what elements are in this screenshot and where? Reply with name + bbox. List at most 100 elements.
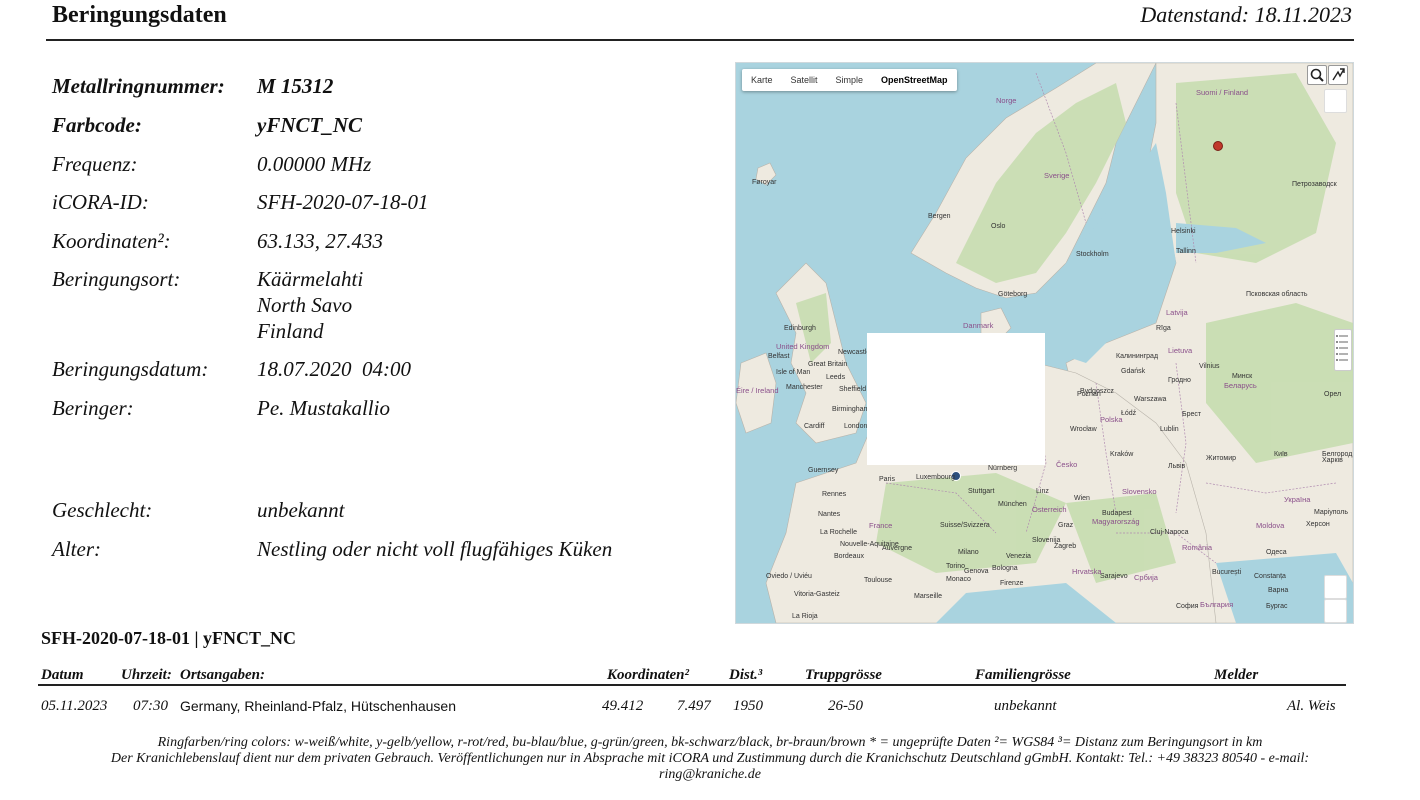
map-label: Lietuva	[1168, 346, 1193, 355]
column-header-familiengroesse: Familiengrösse	[975, 667, 1071, 683]
table-header-divider	[38, 684, 1346, 686]
map-label: Херсон	[1306, 521, 1330, 528]
cell-melder: Al. Weis	[1287, 698, 1336, 714]
map-label: Newcastle	[838, 349, 871, 356]
map-tab-satellit[interactable]: Satellit	[782, 69, 827, 91]
map-label: Одеса	[1266, 549, 1287, 556]
map-label: Auvergne	[882, 545, 912, 552]
map-label: Firenze	[1000, 580, 1024, 587]
zoom-in-button[interactable]	[1324, 575, 1347, 599]
map-panel[interactable]: Suomi / Finland Norge Sverige Bergen Osl…	[735, 62, 1354, 624]
map-tab-openstreetmap[interactable]: OpenStreetMap	[872, 69, 957, 91]
map-label: Гродно	[1168, 377, 1191, 384]
map-label: Hrvatska	[1072, 567, 1102, 576]
ringing-date-value: 18.07.2020 04:00	[257, 357, 411, 381]
footer-email[interactable]: ring@kraniche.de	[0, 767, 1420, 782]
age-value: Nestling oder nicht voll flugfähiges Kük…	[257, 537, 613, 561]
map-label: Sheffield	[839, 386, 867, 393]
cell-truppgroesse: 26-50	[828, 698, 863, 714]
map-label: Venezia	[1006, 553, 1031, 560]
map-label: Україна	[1284, 495, 1311, 504]
coordinates-value: 63.133, 27.433	[257, 229, 383, 253]
map-label: Беларусь	[1224, 381, 1257, 390]
icora-id-value: SFH-2020-07-18-01	[257, 190, 429, 214]
ring-number-value: M 15312	[257, 74, 334, 98]
map-label: Харків	[1322, 457, 1343, 464]
map-label: София	[1176, 603, 1199, 610]
column-header-melder: Melder	[1214, 667, 1259, 683]
map-tab-karte[interactable]: Karte	[742, 69, 782, 91]
map-label: Wien	[1074, 495, 1090, 502]
map-label: Milano	[958, 549, 979, 556]
info-label: Alter:	[52, 537, 101, 561]
map-label: Lublin	[1160, 426, 1179, 433]
zoom-out-button[interactable]	[1324, 599, 1347, 623]
map-tab-simple[interactable]: Simple	[827, 69, 873, 91]
column-header-koordinaten: Koordinaten²	[607, 667, 690, 683]
ringing-location-marker	[1213, 141, 1223, 151]
map-label: Linz	[1036, 488, 1049, 495]
map-label: Київ	[1274, 451, 1288, 458]
map-label: Wrocław	[1070, 426, 1097, 433]
map-label: Rennes	[822, 491, 847, 498]
map-label: Edinburgh	[784, 325, 816, 332]
map-label: Vitoria-Gasteiz	[794, 591, 840, 598]
map-label: Danmark	[963, 321, 994, 330]
map-label: Latvija	[1166, 308, 1188, 317]
ringing-place-line: North Savo	[257, 293, 353, 317]
map-label: Калининград	[1116, 353, 1159, 360]
sightings-title: SFH-2020-07-18-01 | yFNCT_NC	[41, 628, 296, 648]
map-label: Kraków	[1110, 451, 1134, 458]
map-label: Warszawa	[1134, 396, 1167, 403]
ringing-place-line: Käärmelahti	[257, 267, 364, 291]
expand-arrow-icon	[1332, 68, 1345, 81]
fullscreen-button[interactable]	[1328, 65, 1348, 85]
column-header-uhrzeit: Uhrzeit:	[121, 667, 172, 683]
map-label: Budapest	[1102, 510, 1132, 517]
column-header-truppgroesse: Truppgrösse	[805, 667, 882, 683]
map-type-tabs: Karte Satellit Simple OpenStreetMap	[742, 69, 957, 91]
info-label: Beringer:	[52, 396, 134, 420]
column-header-dist: Dist.³	[729, 667, 763, 683]
map-label: La Rochelle	[820, 529, 857, 536]
map-label: Tallinn	[1176, 248, 1196, 255]
map-label: Nürnberg	[988, 465, 1018, 472]
map-label: Suomi / Finland	[1196, 88, 1249, 97]
map-label: Paris	[879, 476, 895, 483]
map-label: Минск	[1232, 373, 1253, 380]
info-label: Metallringnummer:	[52, 74, 225, 98]
map-label: Бургас	[1266, 603, 1288, 610]
map-label: Львів	[1168, 463, 1186, 470]
page-title: Beringungsdaten	[52, 2, 227, 28]
info-label: Beringungsort:	[52, 267, 181, 291]
map-label: Leeds	[826, 374, 846, 381]
map-label: Polska	[1100, 415, 1123, 424]
color-code-value: yFNCT_NC	[257, 113, 362, 137]
cell-ortsangaben: Germany, Rheinland-Pfalz, Hütschenhausen	[180, 698, 457, 714]
map-label: Österreich	[1032, 505, 1067, 514]
zoom-search-button[interactable]	[1307, 65, 1327, 85]
map-label: Cardiff	[804, 423, 825, 430]
map-label: Брест	[1182, 411, 1202, 418]
map-label: Slovensko	[1122, 487, 1157, 496]
map-label: France	[869, 521, 893, 530]
sex-value: unbekannt	[257, 498, 345, 522]
layers-control[interactable]	[1334, 329, 1352, 371]
info-label: iCORA-ID:	[52, 190, 149, 214]
ringing-place-line: Finland	[257, 319, 324, 343]
map-label: Cluj-Napoca	[1150, 529, 1189, 536]
map-label: Łódź	[1121, 410, 1137, 417]
map-label: Sverige	[1044, 171, 1070, 180]
map-label: Oslo	[991, 223, 1006, 230]
map-control-placeholder[interactable]	[1324, 89, 1347, 113]
map-label: Føroyar	[752, 179, 777, 186]
map-label: Белгород	[1322, 451, 1353, 458]
map-label: Suisse/Svizzera	[940, 522, 990, 529]
info-label: Frequenz:	[52, 152, 138, 176]
map-label: Zagreb	[1054, 543, 1077, 550]
info-label: Farbcode:	[52, 113, 142, 137]
map-label: România	[1182, 543, 1213, 552]
cell-familiengroesse: unbekannt	[994, 698, 1057, 714]
map-label: Stuttgart	[968, 488, 995, 495]
map-label: Luxembourg	[916, 474, 955, 481]
